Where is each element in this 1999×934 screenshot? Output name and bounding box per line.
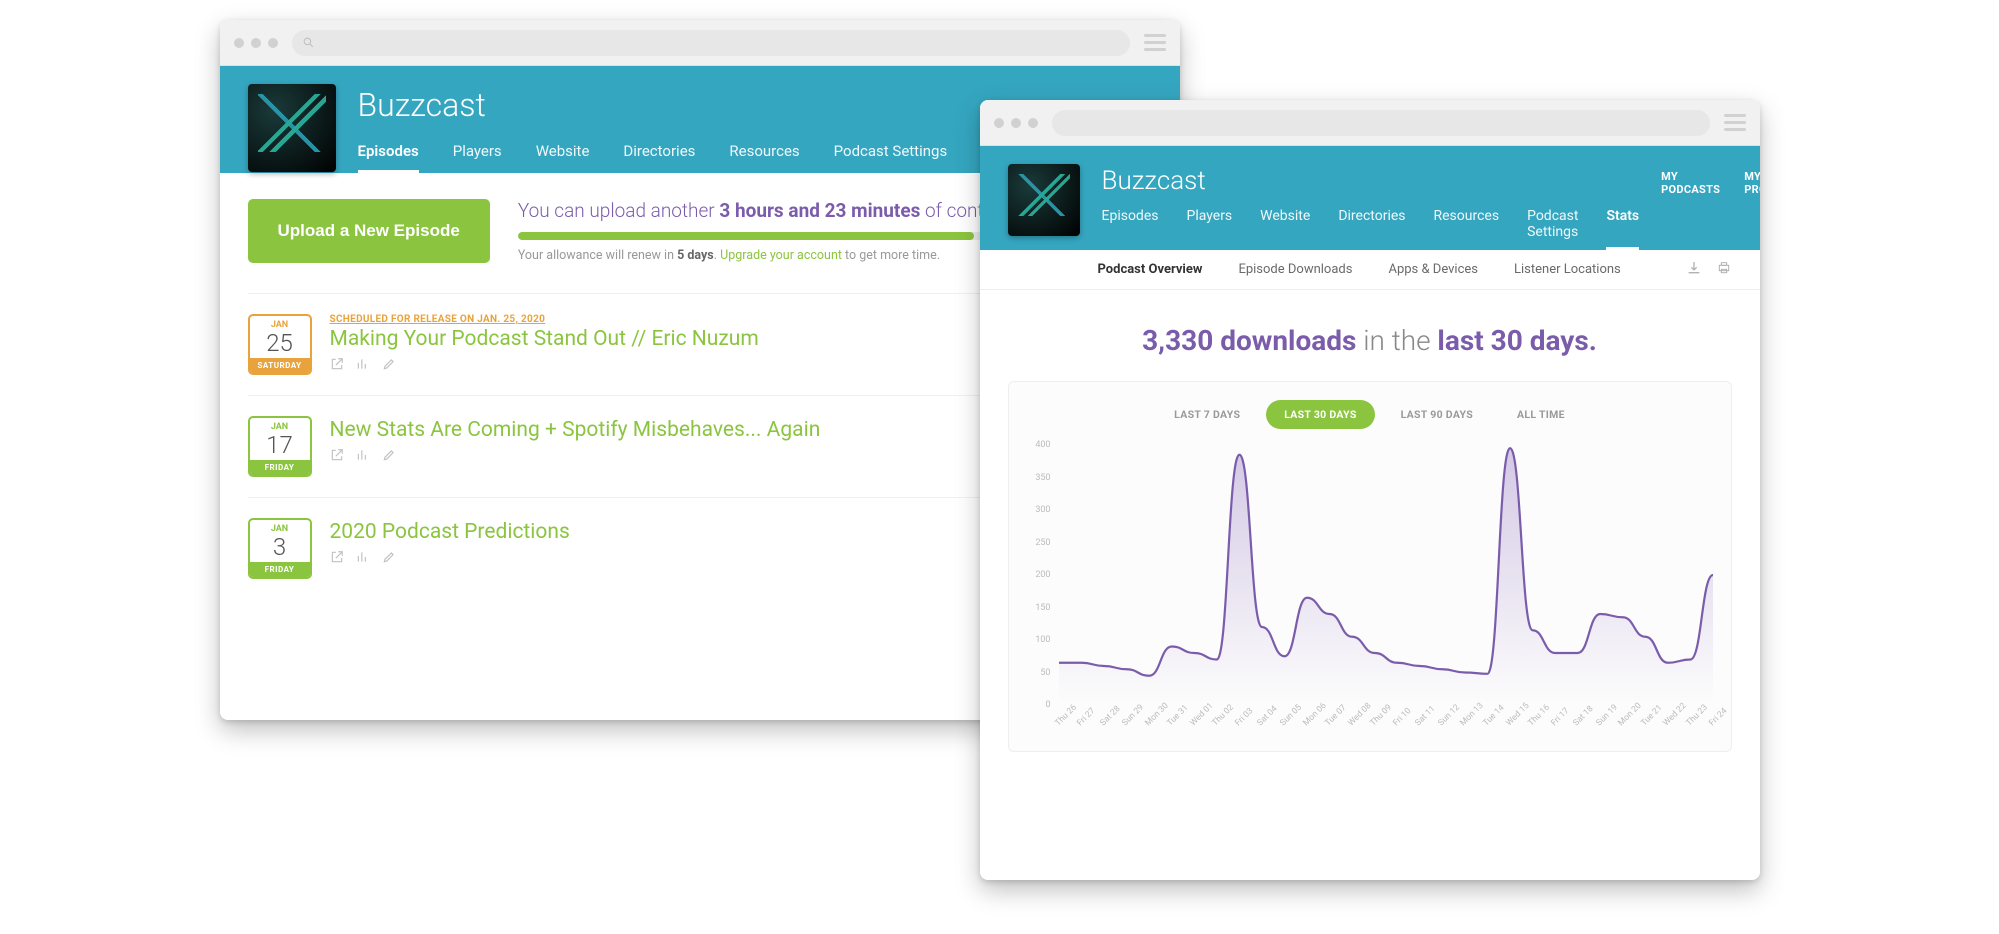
- share-icon[interactable]: [330, 550, 344, 564]
- range-30[interactable]: LAST 30 DAYS: [1266, 400, 1374, 429]
- tab-players[interactable]: Players: [1186, 208, 1232, 250]
- edit-icon[interactable]: [382, 448, 396, 462]
- menu-icon[interactable]: [1724, 114, 1746, 131]
- share-icon[interactable]: [330, 357, 344, 371]
- search-icon: [302, 36, 315, 49]
- tab-resources[interactable]: Resources: [729, 142, 799, 173]
- stats-icon[interactable]: [356, 448, 370, 462]
- stats-icon[interactable]: [356, 550, 370, 564]
- print-icon[interactable]: [1716, 260, 1732, 276]
- downloads-chart: 050100150200250300350400 Thu 26Fri 27Sat…: [1023, 445, 1717, 745]
- episode-title[interactable]: Making Your Podcast Stand Out // Eric Nu…: [330, 327, 1076, 351]
- episode-title[interactable]: New Stats Are Coming + Spotify Misbehave…: [330, 418, 1076, 442]
- link-my-profile[interactable]: MY PROFILE: [1744, 170, 1759, 196]
- stats-content: 3,330 downloads in the last 30 days. LAS…: [980, 290, 1760, 762]
- tab-directories[interactable]: Directories: [623, 142, 695, 173]
- podcast-artwork[interactable]: [1008, 164, 1080, 236]
- link-my-podcasts[interactable]: MY PODCASTS: [1661, 170, 1720, 196]
- subnav-locations[interactable]: Listener Locations: [1514, 262, 1621, 277]
- share-icon[interactable]: [330, 448, 344, 462]
- stats-window: Buzzcast Episodes Players Website Direct…: [980, 100, 1760, 880]
- allowance-prefix: You can upload another: [518, 199, 720, 222]
- upgrade-link[interactable]: Upgrade your account: [720, 248, 842, 263]
- scheduled-label: SCHEDULED FOR RELEASE ON JAN. 25, 2020: [330, 314, 1076, 325]
- range-7[interactable]: LAST 7 DAYS: [1156, 400, 1258, 429]
- stats-subnav: Podcast Overview Episode Downloads Apps …: [980, 250, 1760, 290]
- subnav-apps[interactable]: Apps & Devices: [1388, 262, 1478, 277]
- stats-icon[interactable]: [356, 357, 370, 371]
- allowance-amount: 3 hours and 23 minutes: [719, 199, 920, 222]
- window-controls[interactable]: [994, 118, 1038, 128]
- podcast-artwork[interactable]: [248, 84, 336, 172]
- tab-players[interactable]: Players: [453, 142, 502, 173]
- edit-icon[interactable]: [382, 550, 396, 564]
- tab-settings[interactable]: Podcast Settings: [834, 142, 948, 173]
- range-selector: LAST 7 DAYS LAST 30 DAYS LAST 90 DAYS AL…: [1023, 400, 1717, 429]
- episode-actions: [330, 550, 1076, 564]
- tab-resources[interactable]: Resources: [1434, 208, 1500, 250]
- browser-chrome: [220, 20, 1180, 66]
- podcast-title: Buzzcast: [1102, 166, 1640, 196]
- app-header: Buzzcast Episodes Players Website Direct…: [980, 146, 1760, 250]
- download-icon[interactable]: [1686, 260, 1702, 276]
- tab-episodes[interactable]: Episodes: [358, 142, 419, 173]
- tab-website[interactable]: Website: [1260, 208, 1310, 250]
- upload-episode-button[interactable]: Upload a New Episode: [248, 199, 490, 263]
- date-badge: JAN17FRIDAY: [248, 416, 312, 477]
- date-badge: JAN3FRIDAY: [248, 518, 312, 579]
- tab-website[interactable]: Website: [536, 142, 590, 173]
- window-controls[interactable]: [234, 38, 278, 48]
- edit-icon[interactable]: [382, 357, 396, 371]
- episode-actions: [330, 357, 1076, 371]
- episode-title[interactable]: 2020 Podcast Predictions: [330, 520, 1076, 544]
- url-bar[interactable]: [1052, 110, 1710, 136]
- subnav-downloads[interactable]: Episode Downloads: [1238, 262, 1352, 277]
- stats-headline: 3,330 downloads in the last 30 days.: [1008, 324, 1732, 357]
- header-links: MY PODCASTS MY PROFILE HELP: [1661, 164, 1759, 196]
- browser-chrome: [980, 100, 1760, 146]
- menu-icon[interactable]: [1144, 34, 1166, 51]
- range-all[interactable]: ALL TIME: [1499, 400, 1583, 429]
- url-bar[interactable]: [292, 30, 1130, 56]
- tab-settings[interactable]: Podcast Settings: [1527, 208, 1578, 250]
- tab-directories[interactable]: Directories: [1338, 208, 1405, 250]
- subnav-overview[interactable]: Podcast Overview: [1098, 262, 1203, 277]
- chart-card: LAST 7 DAYS LAST 30 DAYS LAST 90 DAYS AL…: [1008, 381, 1732, 752]
- range-90[interactable]: LAST 90 DAYS: [1383, 400, 1491, 429]
- date-badge: JAN25SATURDAY: [248, 314, 312, 375]
- episode-actions: [330, 448, 1076, 462]
- tab-episodes[interactable]: Episodes: [1102, 208, 1159, 250]
- tab-stats[interactable]: Stats: [1606, 208, 1639, 250]
